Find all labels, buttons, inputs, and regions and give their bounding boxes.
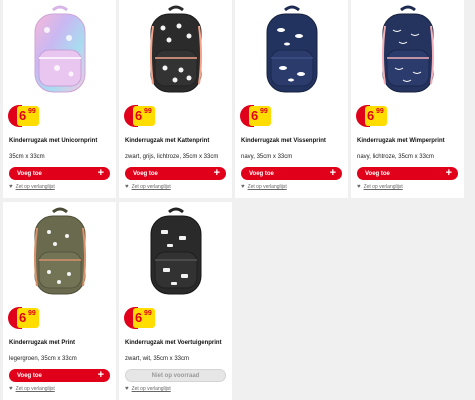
wishlist-label: Zet op verlanglijst bbox=[363, 184, 403, 190]
wishlist-link[interactable]: ♥ Zet op verlanglijst bbox=[241, 184, 287, 190]
wishlist-label: Zet op verlanglijst bbox=[247, 184, 287, 190]
backpack-green-print-image bbox=[33, 207, 86, 295]
price-tag: 6 99 bbox=[356, 105, 387, 127]
heart-icon: ♥ bbox=[125, 386, 129, 392]
product-card[interactable]: 6 99 Kinderrugzak met Kattenprint zwart,… bbox=[119, 0, 232, 198]
product-card[interactable]: 6 99 Kinderrugzak met Vissenprint navy, … bbox=[235, 0, 348, 198]
price-cents: 99 bbox=[260, 108, 268, 115]
product-image[interactable] bbox=[351, 0, 464, 100]
price-cents: 99 bbox=[376, 108, 384, 115]
heart-icon: ♥ bbox=[241, 184, 245, 190]
product-details: legergroen, 35cm x 33cm bbox=[9, 356, 77, 362]
wishlist-link[interactable]: ♥ Zet op verlanglijst bbox=[125, 386, 171, 392]
price-cents: 99 bbox=[28, 310, 36, 317]
wishlist-link[interactable]: ♥ Zet op verlanglijst bbox=[357, 184, 403, 190]
product-details: navy, 35cm x 33cm bbox=[241, 154, 293, 160]
product-title[interactable]: Kinderrugzak met Unicornprint bbox=[9, 138, 113, 144]
wishlist-link[interactable]: ♥ Zet op verlanglijst bbox=[9, 386, 55, 392]
product-details: zwart, wit, 35cm x 33cm bbox=[125, 356, 190, 362]
price-tag: 6 99 bbox=[124, 307, 155, 329]
add-to-cart-label: Voeg toe bbox=[365, 170, 390, 177]
backpack-fish-image bbox=[266, 5, 317, 93]
product-title[interactable]: Kinderrugzak met Vissenprint bbox=[241, 138, 345, 144]
add-to-cart-button[interactable]: Voeg toe + bbox=[9, 167, 110, 180]
product-details: 35cm x 33cm bbox=[9, 154, 45, 160]
add-to-cart-button[interactable]: Voeg toe + bbox=[125, 167, 226, 180]
product-card[interactable]: 6 99 Kinderrugzak met Wimperprint navy, … bbox=[351, 0, 464, 198]
heart-icon: ♥ bbox=[125, 184, 129, 190]
wishlist-link[interactable]: ♥ Zet op verlanglijst bbox=[125, 184, 171, 190]
product-card[interactable]: 6 99 Kinderrugzak met Voertuigenprint zw… bbox=[119, 202, 232, 400]
price-main: 6 bbox=[135, 108, 143, 123]
add-to-cart-label: Voeg toe bbox=[133, 170, 158, 177]
product-card[interactable]: 6 99 Kinderrugzak met Unicornprint 35cm … bbox=[3, 0, 116, 198]
backpack-unicorn-image bbox=[34, 5, 85, 93]
product-title[interactable]: Kinderrugzak met Kattenprint bbox=[125, 138, 229, 144]
product-image[interactable] bbox=[3, 0, 116, 100]
wishlist-label: Zet op verlanglijst bbox=[131, 184, 171, 190]
price-cents: 99 bbox=[144, 310, 152, 317]
heart-icon: ♥ bbox=[9, 386, 13, 392]
product-image[interactable] bbox=[3, 202, 116, 302]
add-to-cart-button[interactable]: Voeg toe + bbox=[357, 167, 458, 180]
backpack-lashes-image bbox=[381, 5, 434, 93]
product-grid: 6 99 Kinderrugzak met Unicornprint 35cm … bbox=[0, 0, 475, 400]
product-card[interactable]: 6 99 Kinderrugzak met Print legergroen, … bbox=[3, 202, 116, 400]
plus-icon: + bbox=[213, 167, 220, 179]
out-of-stock-button: Niet op voorraad bbox=[125, 369, 226, 382]
add-to-cart-label: Voeg toe bbox=[17, 372, 42, 379]
product-title[interactable]: Kinderrugzak met Wimperprint bbox=[357, 138, 461, 144]
plus-icon: + bbox=[97, 167, 104, 179]
price-main: 6 bbox=[251, 108, 259, 123]
backpack-vehicles-image bbox=[150, 207, 201, 295]
product-title[interactable]: Kinderrugzak met Print bbox=[9, 340, 113, 346]
product-details: navy, lichtroze, 35cm x 33cm bbox=[357, 154, 434, 160]
add-to-cart-button[interactable]: Voeg toe + bbox=[241, 167, 342, 180]
plus-icon: + bbox=[97, 369, 104, 381]
wishlist-label: Zet op verlanglijst bbox=[15, 386, 55, 392]
wishlist-label: Zet op verlanglijst bbox=[15, 184, 55, 190]
product-title[interactable]: Kinderrugzak met Voertuigenprint bbox=[125, 340, 229, 346]
product-image[interactable] bbox=[235, 0, 348, 100]
out-of-stock-label: Niet op voorraad bbox=[151, 372, 200, 379]
wishlist-link[interactable]: ♥ Zet op verlanglijst bbox=[9, 184, 55, 190]
price-tag: 6 99 bbox=[240, 105, 271, 127]
price-cents: 99 bbox=[144, 108, 152, 115]
add-to-cart-label: Voeg toe bbox=[17, 170, 42, 177]
price-main: 6 bbox=[367, 108, 375, 123]
price-main: 6 bbox=[19, 108, 27, 123]
price-main: 6 bbox=[135, 310, 143, 325]
price-tag: 6 99 bbox=[8, 105, 39, 127]
product-details: zwart, grijs, lichtroze, 35cm x 33cm bbox=[125, 154, 219, 160]
product-image[interactable] bbox=[119, 202, 232, 302]
plus-icon: + bbox=[445, 167, 452, 179]
add-to-cart-button[interactable]: Voeg toe + bbox=[9, 369, 110, 382]
heart-icon: ♥ bbox=[357, 184, 361, 190]
product-image[interactable] bbox=[119, 0, 232, 100]
price-cents: 99 bbox=[28, 108, 36, 115]
plus-icon: + bbox=[329, 167, 336, 179]
backpack-cats-image bbox=[149, 5, 202, 93]
price-tag: 6 99 bbox=[124, 105, 155, 127]
wishlist-label: Zet op verlanglijst bbox=[131, 386, 171, 392]
price-tag: 6 99 bbox=[8, 307, 39, 329]
price-main: 6 bbox=[19, 310, 27, 325]
heart-icon: ♥ bbox=[9, 184, 13, 190]
add-to-cart-label: Voeg toe bbox=[249, 170, 274, 177]
